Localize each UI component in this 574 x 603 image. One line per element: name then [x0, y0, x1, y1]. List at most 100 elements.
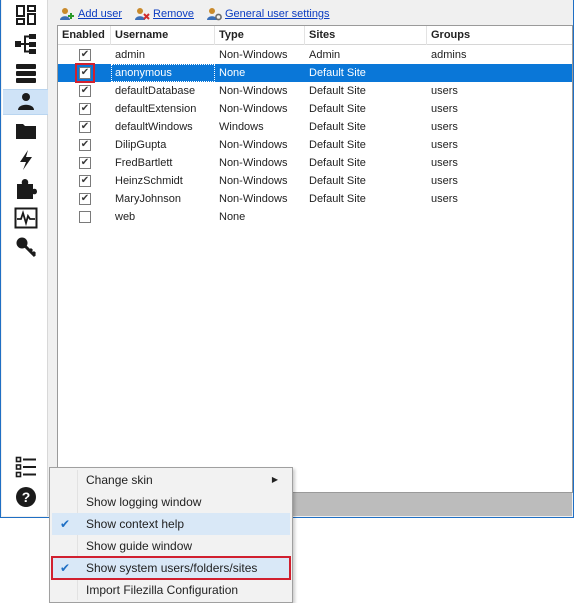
cell-groups: users — [431, 85, 458, 97]
menu-item-label: Show system users/folders/sites — [86, 561, 258, 575]
cell-sites: Default Site — [309, 103, 366, 115]
help-icon[interactable]: ? — [8, 484, 44, 510]
cell-username: FredBartlett — [115, 157, 173, 169]
cell-sites: Default Site — [309, 175, 366, 187]
column-header-username[interactable]: Username — [111, 26, 215, 45]
submenu-arrow-icon: ▶ — [271, 475, 278, 484]
enabled-checkbox[interactable] — [79, 103, 91, 115]
dashboard-icon[interactable] — [8, 2, 44, 28]
column-header-type[interactable]: Type — [215, 26, 305, 45]
column-header-sites[interactable]: Sites — [305, 26, 427, 45]
remove-user-icon — [135, 8, 150, 20]
table-row[interactable]: admin Non-Windows Admin admins — [58, 46, 572, 64]
table-row[interactable]: HeinzSchmidt Non-Windows Default Site users — [58, 172, 572, 190]
menu-item-label: Change skin — [86, 473, 153, 487]
key-icon[interactable] — [8, 234, 44, 260]
svg-text:?: ? — [22, 489, 31, 505]
users-table[interactable]: Enabled Username Type Sites Groups admin… — [57, 25, 573, 493]
general-user-settings-label[interactable]: General user settings — [225, 8, 330, 20]
add-user-icon — [60, 8, 74, 20]
cell-type: Non-Windows — [219, 103, 288, 115]
cell-type: Non-Windows — [219, 139, 288, 151]
cell-username: HeinzSchmidt — [115, 175, 183, 187]
hierarchy-icon[interactable] — [8, 31, 44, 57]
table-row[interactable]: MaryJohnson Non-Windows Default Site users — [58, 190, 572, 208]
add-user-label[interactable]: Add user — [78, 8, 122, 20]
menu-item-label: Show context help — [86, 517, 185, 531]
cell-sites: Default Site — [309, 67, 366, 79]
table-row[interactable]: defaultWindows Windows Default Site users — [58, 118, 572, 136]
cell-username: anonymous — [111, 64, 215, 82]
enabled-checkbox[interactable] — [79, 157, 91, 169]
cell-groups — [427, 208, 573, 226]
cell-groups: users — [431, 103, 458, 115]
cell-username: MaryJohnson — [115, 193, 182, 205]
enabled-checkbox[interactable] — [79, 49, 91, 61]
menu-item-label: Import Filezilla Configuration — [86, 583, 239, 597]
activity-monitor-icon[interactable] — [8, 205, 44, 231]
user-settings-icon — [207, 8, 222, 21]
cell-groups — [427, 64, 573, 82]
menu-item-import-filezilla-configuration[interactable]: Import Filezilla Configuration — [52, 579, 290, 601]
table-row[interactable]: defaultExtension Non-Windows Default Site u… — [58, 100, 572, 118]
cell-type: Non-Windows — [219, 175, 288, 187]
cell-username: DilipGupta — [115, 139, 167, 151]
user-toolbar: Add user Remove General user settings — [49, 4, 571, 24]
cell-groups: users — [431, 157, 458, 169]
main-window: ? Add user Remove General user settings … — [0, 0, 574, 518]
cell-groups: users — [431, 139, 458, 151]
users-icon[interactable] — [3, 89, 48, 115]
menu-item-change-skin[interactable]: Change skin ▶ — [52, 469, 290, 491]
cell-username: defaultExtension — [115, 103, 197, 115]
checkmark-icon: ✔ — [60, 561, 71, 575]
cell-groups: admins — [431, 49, 467, 61]
cell-sites: Default Site — [309, 157, 366, 169]
folder-icon[interactable] — [8, 118, 44, 144]
table-row[interactable]: DilipGupta Non-Windows Default Site users — [58, 136, 572, 154]
table-header: Enabled Username Type Sites Groups — [58, 26, 572, 45]
table-row[interactable]: FredBartlett Non-Windows Default Site users — [58, 154, 572, 172]
table-row[interactable]: defaultDatabase Non-Windows Default Site us… — [58, 82, 572, 100]
cell-type: Non-Windows — [219, 193, 288, 205]
cell-type: Non-Windows — [219, 49, 288, 61]
cell-type: Non-Windows — [219, 157, 288, 169]
cell-sites: Default Site — [309, 193, 366, 205]
menu-item-show-guide-window[interactable]: Show guide window — [52, 535, 290, 557]
cell-sites: Default Site — [309, 121, 366, 133]
menu-item-show-context-help[interactable]: ✔ Show context help — [52, 513, 290, 535]
cell-sites: Default Site — [309, 139, 366, 151]
enabled-checkbox[interactable] — [79, 121, 91, 133]
cell-groups: users — [431, 175, 458, 187]
cell-groups: users — [431, 193, 458, 205]
lightning-icon[interactable] — [8, 147, 44, 173]
remove-user-label[interactable]: Remove — [153, 8, 194, 20]
context-menu: Change skin ▶ Show logging window ✔ Show con… — [49, 467, 293, 603]
puzzle-icon[interactable] — [8, 176, 44, 202]
enabled-checkbox[interactable] — [79, 211, 91, 223]
enabled-checkbox[interactable] — [79, 193, 91, 205]
enabled-checkbox[interactable] — [75, 63, 95, 83]
menu-item-label: Show logging window — [86, 495, 202, 509]
remove-user-button[interactable]: Remove — [134, 7, 194, 21]
cell-type: None — [219, 211, 246, 223]
sidebar: ? — [2, 0, 48, 516]
column-header-enabled[interactable]: Enabled — [58, 26, 111, 45]
table-row[interactable]: anonymous None Default Site — [58, 63, 573, 83]
enabled-checkbox[interactable] — [79, 139, 91, 151]
menu-item-show-logging-window[interactable]: Show logging window — [52, 491, 290, 513]
add-user-button[interactable]: Add user — [59, 7, 122, 21]
menu-item-label: Show guide window — [86, 539, 193, 553]
general-user-settings-button[interactable]: General user settings — [206, 7, 330, 21]
cell-type: Non-Windows — [219, 85, 288, 97]
enabled-checkbox[interactable] — [79, 85, 91, 97]
server-stack-icon[interactable] — [8, 60, 44, 86]
cell-username: admin — [115, 49, 145, 61]
table-row[interactable]: web None — [58, 208, 572, 226]
enabled-checkbox[interactable] — [79, 175, 91, 187]
checkmark-icon: ✔ — [60, 517, 71, 531]
cell-sites — [305, 208, 427, 226]
menu-item-show-system-users-folders-sites[interactable]: ✔ Show system users/folders/sites — [51, 556, 291, 580]
settings-menu-icon[interactable] — [8, 454, 44, 480]
cell-username: defaultWindows — [115, 121, 193, 133]
column-header-groups[interactable]: Groups — [427, 26, 573, 45]
